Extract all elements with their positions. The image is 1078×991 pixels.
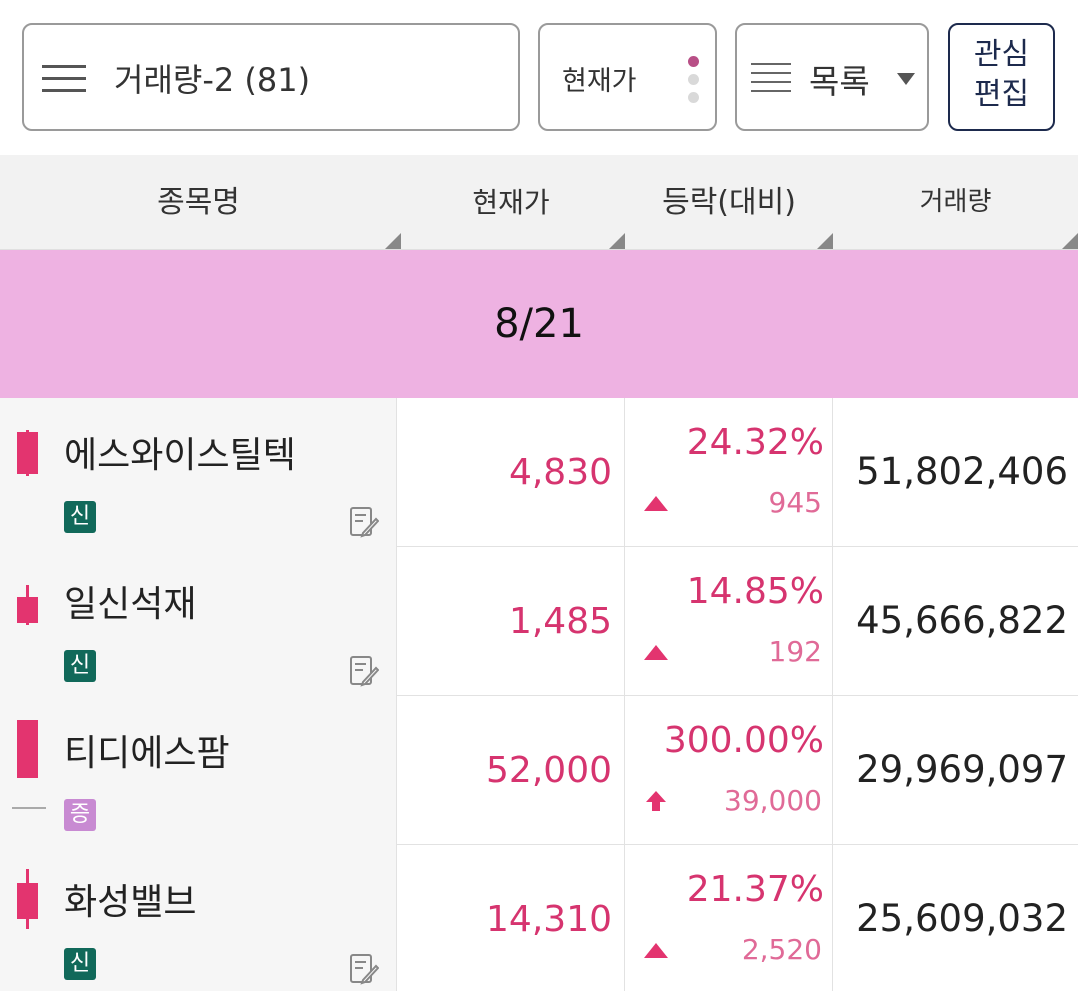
credit-badge: 신 — [64, 501, 96, 533]
volume-cell: 51,802,406 — [833, 398, 1078, 547]
rise-triangle-icon — [644, 645, 668, 660]
memo-icon[interactable] — [349, 655, 379, 687]
price-display-toggle-button[interactable]: 현재가 — [538, 23, 717, 131]
change-cell: 21.37% 2,520 — [625, 845, 833, 991]
change-rate: 300.00% — [663, 720, 824, 761]
change-amount: 945 — [768, 486, 822, 519]
table-row[interactable]: 일신석재 신 1,485 14.85% 192 45,666,822 — [0, 547, 1078, 696]
edit-watchlist-label: 관심 편집 — [973, 37, 1030, 112]
current-price: 52,000 — [486, 750, 612, 791]
column-resize-corner-icon — [817, 233, 833, 249]
stock-name: 티디에스팜 — [64, 733, 230, 774]
volume-value: 45,666,822 — [856, 599, 1068, 642]
price-cell: 4,830 — [397, 398, 625, 547]
chevron-down-icon — [897, 73, 915, 85]
view-mode-label: 목록 — [809, 62, 870, 101]
stock-name-cell[interactable]: 화성밸브 신 — [0, 845, 397, 991]
stock-name: 일신석재 — [64, 584, 197, 625]
column-header-volume[interactable]: 거래량 — [833, 155, 1078, 250]
stock-name-cell[interactable]: 일신석재 신 — [0, 547, 397, 696]
column-resize-corner-icon — [1062, 233, 1078, 249]
change-rate: 21.37% — [686, 869, 824, 910]
upper-limit-arrow-icon — [646, 791, 666, 811]
current-price: 14,310 — [486, 899, 612, 940]
list-view-icon — [751, 63, 791, 93]
volume-value: 51,802,406 — [856, 450, 1068, 493]
change-amount: 39,000 — [724, 784, 822, 817]
stock-name-cell[interactable]: 티디에스팜 증 — [0, 696, 397, 845]
change-cell: 14.85% 192 — [625, 547, 833, 696]
price-cell: 14,310 — [397, 845, 625, 991]
stock-name: 에스와이스틸텍 — [64, 435, 296, 476]
volume-cell: 29,969,097 — [833, 696, 1078, 845]
page-indicator-dot-icon — [688, 56, 699, 67]
page-indicator-dot-icon — [688, 74, 699, 85]
column-header-change[interactable]: 등락(대비) — [625, 155, 833, 250]
volume-value: 29,969,097 — [856, 748, 1068, 791]
volume-cell: 45,666,822 — [833, 547, 1078, 696]
change-amount: 192 — [768, 635, 822, 668]
watchlist-group-select[interactable]: 거래량-2 (81) — [22, 23, 520, 131]
credit-badge: 신 — [64, 948, 96, 980]
group-label: 거래량-2 (81) — [114, 61, 311, 99]
column-header-price[interactable]: 현재가 — [397, 155, 625, 250]
volume-cell: 25,609,032 — [833, 845, 1078, 991]
rise-triangle-icon — [644, 496, 668, 511]
change-amount: 2,520 — [741, 933, 822, 966]
column-header-name[interactable]: 종목명 — [0, 155, 397, 250]
change-rate: 24.32% — [686, 422, 824, 463]
price-cell: 1,485 — [397, 547, 625, 696]
date-banner: 8/21 — [0, 250, 1078, 398]
hamburger-menu-icon[interactable] — [42, 65, 86, 93]
memo-icon[interactable] — [349, 506, 379, 538]
stock-name-cell[interactable]: 에스와이스틸텍 신 — [0, 398, 397, 547]
price-display-label: 현재가 — [562, 66, 637, 97]
stock-name: 화성밸브 — [64, 882, 197, 923]
toolbar: 거래량-2 (81) 현재가 목록 관심 편집 — [0, 0, 1078, 155]
memo-icon[interactable] — [349, 953, 379, 985]
rise-triangle-icon — [644, 943, 668, 958]
price-line-icon — [12, 807, 46, 809]
column-resize-corner-icon — [385, 233, 401, 249]
table-row[interactable]: 화성밸브 신 14,310 21.37% 2,520 25,609,032 — [0, 845, 1078, 991]
table-row[interactable]: 에스와이스틸텍 신 4,830 24.32% 945 51,802,406 — [0, 398, 1078, 547]
volume-value: 25,609,032 — [856, 897, 1068, 940]
table-row[interactable]: 티디에스팜 증 52,000 300.00% 39,000 29,969,097 — [0, 696, 1078, 845]
price-cell: 52,000 — [397, 696, 625, 845]
change-cell: 300.00% 39,000 — [625, 696, 833, 845]
table-header: 종목명 현재가 등락(대비) 거래량 — [0, 155, 1078, 250]
page-indicator-dot-icon — [688, 92, 699, 103]
current-price: 4,830 — [508, 452, 612, 493]
current-price: 1,485 — [508, 601, 612, 642]
credit-badge: 신 — [64, 650, 96, 682]
edit-watchlist-button[interactable]: 관심 편집 — [948, 23, 1055, 131]
view-mode-dropdown[interactable]: 목록 — [735, 23, 929, 131]
capital-increase-badge: 증 — [64, 799, 96, 831]
change-cell: 24.32% 945 — [625, 398, 833, 547]
column-resize-corner-icon — [609, 233, 625, 249]
change-rate: 14.85% — [686, 571, 824, 612]
